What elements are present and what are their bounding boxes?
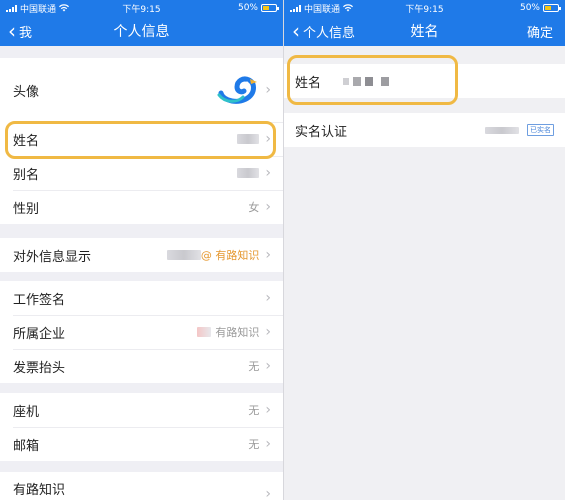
landline-value: 无	[248, 404, 260, 417]
company-redacted	[197, 327, 212, 337]
company-row[interactable]: 所属企业 有路知识 ›	[0, 315, 283, 349]
nav-bar: ‹ 我 个人信息	[0, 16, 283, 46]
profile-group: 头像 › 姓名 › 别名 › 性别 女 ›	[0, 58, 283, 224]
avatar-row[interactable]: 头像 ›	[0, 58, 283, 122]
battery-icon	[261, 4, 279, 12]
signal-icon	[6, 4, 17, 12]
external-info-value: @ 有路知识	[200, 249, 260, 262]
verified-badge: 已实名	[527, 124, 554, 136]
chevron-right-icon: ›	[265, 358, 271, 374]
verify-name-redacted	[485, 126, 519, 134]
name-value-redacted	[237, 134, 260, 144]
name-label: 姓名	[13, 133, 40, 149]
wifi-icon	[343, 4, 354, 12]
alias-value-redacted	[237, 168, 260, 178]
avatar-label: 头像	[13, 84, 40, 100]
youlu-group: 有路知识 ›	[0, 472, 283, 500]
company-value: 有路知识	[215, 326, 260, 339]
email-row[interactable]: 邮箱 无 ›	[0, 427, 283, 461]
back-label: 我	[19, 25, 33, 41]
youlu-label: 有路知识	[13, 483, 66, 498]
back-chevron-icon: ‹	[292, 19, 300, 43]
work-group: 工作签名 › 所属企业 有路知识 › 发票抬头 无 ›	[0, 281, 283, 383]
chevron-right-icon: ›	[265, 324, 271, 340]
contact-group: 座机 无 › 邮箱 无 ›	[0, 393, 283, 461]
signal-icon	[290, 4, 301, 12]
gender-label: 性别	[13, 201, 40, 217]
chevron-right-icon: ›	[265, 486, 271, 500]
external-info-row[interactable]: 对外信息显示 @ 有路知识 ›	[0, 238, 283, 272]
chevron-right-icon: ›	[265, 247, 271, 263]
work-signature-label: 工作签名	[13, 292, 66, 308]
confirm-button[interactable]: 确定	[527, 16, 553, 46]
battery-percent: 50%	[519, 3, 540, 13]
external-info-label: 对外信息显示	[13, 249, 92, 265]
chevron-right-icon: ›	[265, 82, 271, 98]
gender-value: 女	[248, 201, 260, 214]
bird-avatar-icon	[217, 76, 258, 104]
battery-icon	[543, 4, 561, 12]
landline-row[interactable]: 座机 无 ›	[0, 393, 283, 427]
edit-name-screen: 中国联通 下午9:15 50% ‹ 个人信息 姓名 确定 姓名 实名认证 已实名	[283, 0, 565, 500]
alias-row[interactable]: 别名 ›	[0, 156, 283, 190]
external-info-group: 对外信息显示 @ 有路知识 ›	[0, 238, 283, 272]
landline-label: 座机	[13, 404, 40, 420]
back-chevron-icon: ‹	[8, 19, 16, 43]
real-name-verify-row: 实名认证 已实名	[284, 113, 565, 147]
company-label: 所属企业	[13, 326, 66, 342]
work-signature-row[interactable]: 工作签名 ›	[0, 281, 283, 315]
email-label: 邮箱	[13, 438, 40, 454]
invoice-title-row[interactable]: 发票抬头 无 ›	[0, 349, 283, 383]
alias-label: 别名	[13, 167, 40, 183]
gender-row[interactable]: 性别 女 ›	[0, 190, 283, 224]
back-button[interactable]: ‹ 个人信息	[292, 16, 355, 46]
chevron-right-icon: ›	[265, 199, 271, 215]
chevron-right-icon: ›	[265, 436, 271, 452]
name-input-row[interactable]: 姓名	[284, 64, 565, 98]
wifi-icon	[59, 4, 70, 12]
screenshot-pair: 中国联通 下午9:15 50% ‹ 我 个人信息 头像 › 姓名 › 别名 › …	[0, 0, 565, 500]
email-value: 无	[248, 438, 260, 451]
battery-percent: 50%	[237, 3, 258, 13]
chevron-right-icon: ›	[265, 131, 271, 147]
chevron-right-icon: ›	[265, 290, 271, 306]
external-info-redacted	[166, 250, 201, 260]
name-input-value-redacted[interactable]	[343, 76, 390, 86]
chevron-right-icon: ›	[265, 165, 271, 181]
personal-info-screen: 中国联通 下午9:15 50% ‹ 我 个人信息 头像 › 姓名 › 别名 › …	[0, 0, 283, 500]
carrier-label: 中国联通	[304, 4, 341, 15]
name-field-label: 姓名	[295, 75, 322, 91]
status-bar: 中国联通 下午9:15 50%	[0, 0, 283, 16]
youlu-row[interactable]: 有路知识 ›	[0, 472, 283, 500]
carrier-label: 中国联通	[20, 4, 57, 15]
page-title: 个人信息	[113, 24, 170, 40]
status-bar: 中国联通 下午9:15 50%	[284, 0, 565, 16]
invoice-title-value: 无	[248, 360, 260, 373]
name-row[interactable]: 姓名 ›	[0, 122, 283, 156]
back-button[interactable]: ‹ 我	[8, 16, 32, 46]
nav-bar: ‹ 个人信息 姓名 确定	[284, 16, 565, 46]
invoice-title-label: 发票抬头	[13, 360, 66, 376]
chevron-right-icon: ›	[265, 402, 271, 418]
back-label: 个人信息	[303, 25, 356, 41]
verify-label: 实名认证	[295, 124, 348, 140]
